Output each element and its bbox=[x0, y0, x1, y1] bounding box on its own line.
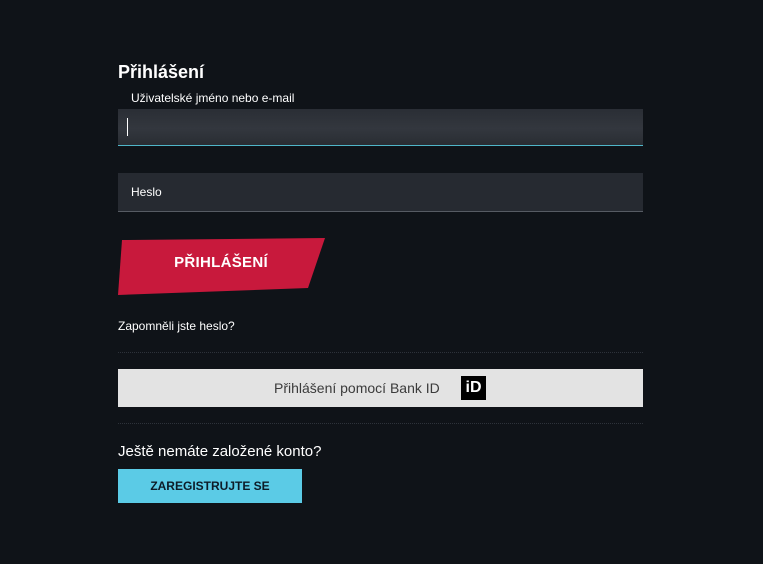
register-button[interactable]: ZAREGISTRUJTE SE bbox=[118, 469, 302, 503]
username-field[interactable] bbox=[118, 109, 643, 146]
text-cursor bbox=[127, 118, 128, 136]
bankid-login-button[interactable]: Přihlášení pomocí Bank ID iD bbox=[118, 369, 643, 407]
login-button-label: PŘIHLÁŠENÍ bbox=[174, 254, 268, 271]
username-label: Uživatelské jméno nebo e-mail bbox=[131, 91, 295, 105]
login-button[interactable]: PŘIHLÁŠENÍ bbox=[118, 238, 326, 295]
bankid-login-label: Přihlášení pomocí Bank ID bbox=[274, 380, 440, 396]
page-title: Přihlášení bbox=[118, 62, 205, 82]
register-prompt: Ještě nemáte založené konto? bbox=[118, 443, 322, 460]
divider bbox=[118, 423, 643, 424]
password-field[interactable]: Heslo bbox=[118, 173, 643, 212]
password-placeholder: Heslo bbox=[131, 185, 162, 199]
forgot-password-link[interactable]: Zapomněli jste heslo? bbox=[118, 319, 235, 333]
bankid-logo-icon: iD bbox=[461, 376, 486, 400]
divider bbox=[118, 352, 643, 353]
login-panel: Přihlášení Uživatelské jméno nebo e-mail… bbox=[118, 0, 643, 564]
